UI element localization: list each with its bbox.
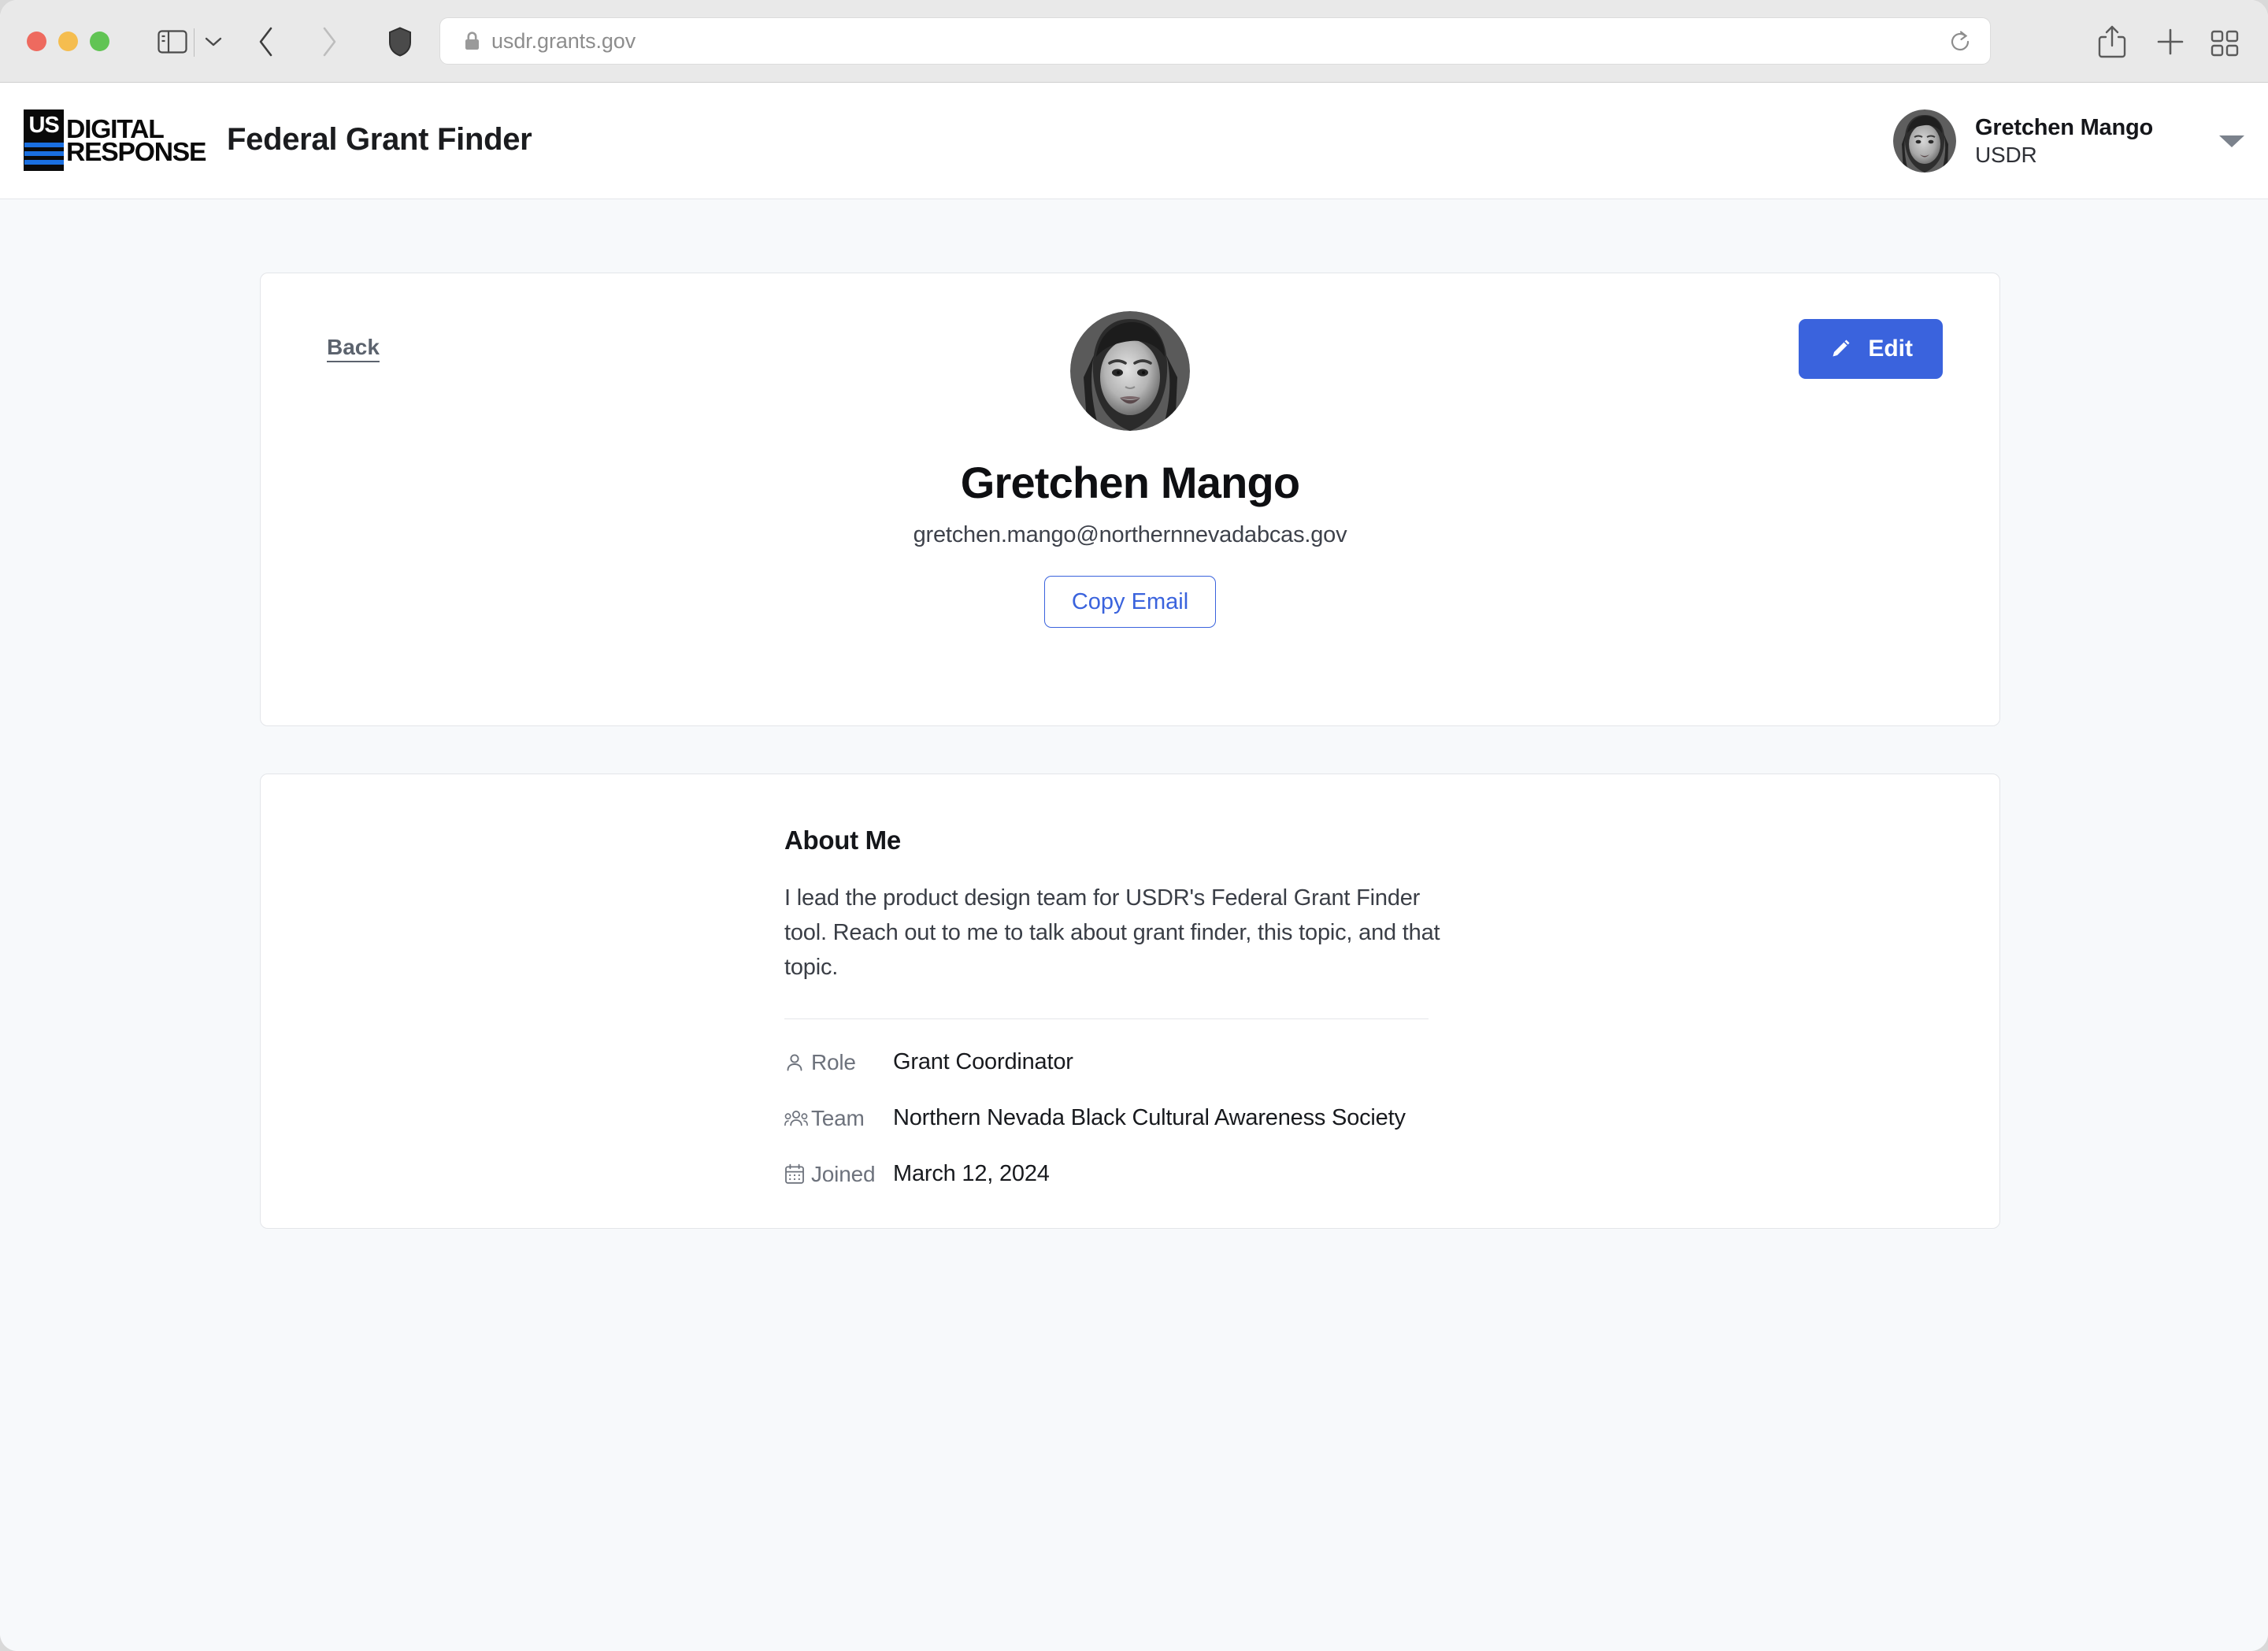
- address-bar[interactable]: usdr.grants.gov: [439, 17, 1991, 65]
- usdr-logo-word-response: RESPONSE: [66, 137, 206, 166]
- chevron-down-icon[interactable]: [203, 32, 224, 52]
- avatar: [1893, 109, 1956, 173]
- app-header: US DIGITAL RESPONSE Federal Grant Finder: [0, 83, 2268, 199]
- tab-overview-icon[interactable]: [2209, 28, 2240, 58]
- meta-label-team: Team: [811, 1105, 865, 1130]
- browser-toolbar: usdr.grants.gov: [0, 0, 2268, 83]
- usdr-logo: US DIGITAL RESPONSE: [24, 109, 207, 171]
- maximize-window-button[interactable]: [90, 32, 109, 51]
- about-bio-text: I lead the product design team for USDR'…: [784, 885, 1440, 981]
- meta-label-role: Role: [811, 1049, 856, 1074]
- usdr-logo-mark: US: [24, 109, 65, 171]
- profile-card: Back Edit Gretchen Mango gretchen.mango@…: [260, 273, 2000, 726]
- meta-label-joined: Joined: [811, 1161, 876, 1186]
- shield-icon[interactable]: [386, 26, 414, 58]
- plus-icon[interactable]: [2154, 25, 2187, 58]
- people-icon: [784, 1108, 811, 1129]
- profile-summary: Gretchen Mango gretchen.mango@northernne…: [261, 311, 1999, 628]
- chevron-down-icon[interactable]: [2219, 135, 2244, 147]
- minimize-window-button[interactable]: [58, 32, 78, 51]
- share-icon[interactable]: [2095, 24, 2129, 60]
- about-card: About Me I lead the product design team …: [260, 774, 2000, 1229]
- copy-email-button[interactable]: Copy Email: [1043, 576, 1217, 628]
- meta-value-team: Northern Nevada Black Cultural Awareness…: [893, 1105, 1406, 1131]
- sidebar-icon[interactable]: [156, 28, 189, 56]
- page-title: Federal Grant Finder: [227, 122, 532, 157]
- meta-value-role: Grant Coordinator: [893, 1049, 1073, 1075]
- back-arrow-icon[interactable]: [252, 25, 280, 58]
- lock-icon: [464, 31, 480, 51]
- calendar-icon: [784, 1163, 811, 1185]
- toolbar-divider: [194, 28, 195, 57]
- meta-row-joined: Joined March 12, 2024: [784, 1161, 1462, 1187]
- about-divider: [784, 1018, 1429, 1020]
- meta-row-team: Team Northern Nevada Black Cultural Awar…: [784, 1105, 1462, 1131]
- close-window-button[interactable]: [27, 32, 46, 51]
- user-menu[interactable]: Gretchen Mango USDR: [1893, 108, 2244, 174]
- user-menu-org: USDR: [1975, 142, 2037, 167]
- person-icon: [784, 1052, 811, 1073]
- profile-name: Gretchen Mango: [960, 458, 1300, 507]
- window-traffic-lights: [27, 32, 109, 51]
- usdr-logo-us-text: US: [28, 113, 59, 138]
- usdr-logo-stripes: [24, 143, 64, 165]
- meta-value-joined: March 12, 2024: [893, 1161, 1050, 1187]
- browser-window: usdr.grants.gov US DIGITAL RESPONSE Fede…: [0, 0, 2268, 1651]
- url-text: usdr.grants.gov: [491, 28, 636, 53]
- about-heading: About Me: [784, 826, 901, 855]
- profile-email: gretchen.mango@northernnevadabcas.gov: [913, 522, 1347, 547]
- meta-row-role: Role Grant Coordinator: [784, 1049, 1462, 1075]
- user-menu-name: Gretchen Mango: [1975, 114, 2153, 140]
- usdr-logo-wordmark: DIGITAL RESPONSE: [66, 109, 206, 171]
- forward-arrow-icon[interactable]: [315, 25, 343, 58]
- reload-icon[interactable]: [1947, 29, 1973, 54]
- profile-avatar: [1070, 311, 1190, 431]
- page-content: Back Edit Gretchen Mango gretchen.mango@…: [0, 199, 2268, 1651]
